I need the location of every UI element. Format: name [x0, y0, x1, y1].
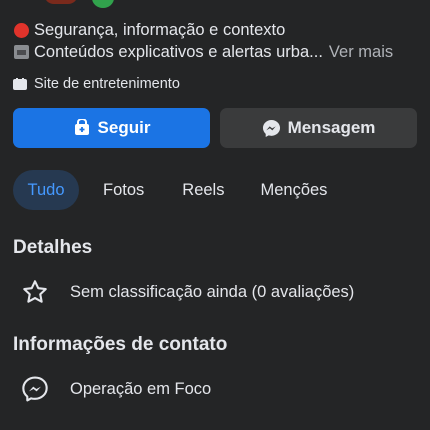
tab-photos[interactable]: Fotos [89, 170, 158, 210]
details-heading: Detalhes [13, 237, 93, 258]
profile-tabs: Tudo Fotos Reels Menções [13, 170, 341, 210]
tab-reels[interactable]: Reels [168, 170, 238, 210]
message-button[interactable]: Mensagem [220, 108, 417, 148]
messenger-contact-row[interactable]: Operação em Foco [20, 374, 211, 404]
profile-photo-edge [44, 0, 78, 4]
messenger-icon [20, 374, 50, 404]
bio-line-2-text: Conteúdos explicativos e alertas urba... [34, 43, 323, 61]
tab-all[interactable]: Tudo [13, 170, 79, 210]
page-bio: Segurança, informação e contexto Conteúd… [13, 19, 423, 63]
tab-mentions[interactable]: Menções [246, 170, 341, 210]
messenger-contact-text: Operação em Foco [70, 379, 212, 398]
follow-icon [74, 119, 89, 135]
see-more-link[interactable]: Ver mais [329, 41, 393, 63]
page-category-label: Site de entretenimento [34, 76, 180, 92]
messenger-icon [262, 119, 280, 137]
page-category-icon [13, 78, 27, 90]
follow-label: Seguir [97, 118, 151, 137]
rating-row[interactable]: Sem classificação ainda (0 avaliações) [20, 277, 354, 307]
bio-line-2: Conteúdos explicativos e alertas urba...… [13, 41, 423, 63]
star-icon [20, 277, 50, 307]
clapper-board-icon [14, 45, 29, 59]
red-circle-icon [14, 22, 29, 38]
bio-line-1: Segurança, informação e contexto [13, 19, 423, 41]
bio-line-1-text: Segurança, informação e contexto [34, 21, 286, 39]
rating-text: Sem classificação ainda (0 avaliações) [70, 282, 355, 301]
follow-button[interactable]: Seguir [13, 108, 210, 148]
contact-heading: Informações de contato [13, 334, 228, 355]
page-category: Site de entretenimento [13, 76, 180, 92]
online-status-icon [92, 0, 114, 8]
message-label: Mensagem [287, 118, 376, 137]
profile-header-remnant [0, 0, 430, 10]
